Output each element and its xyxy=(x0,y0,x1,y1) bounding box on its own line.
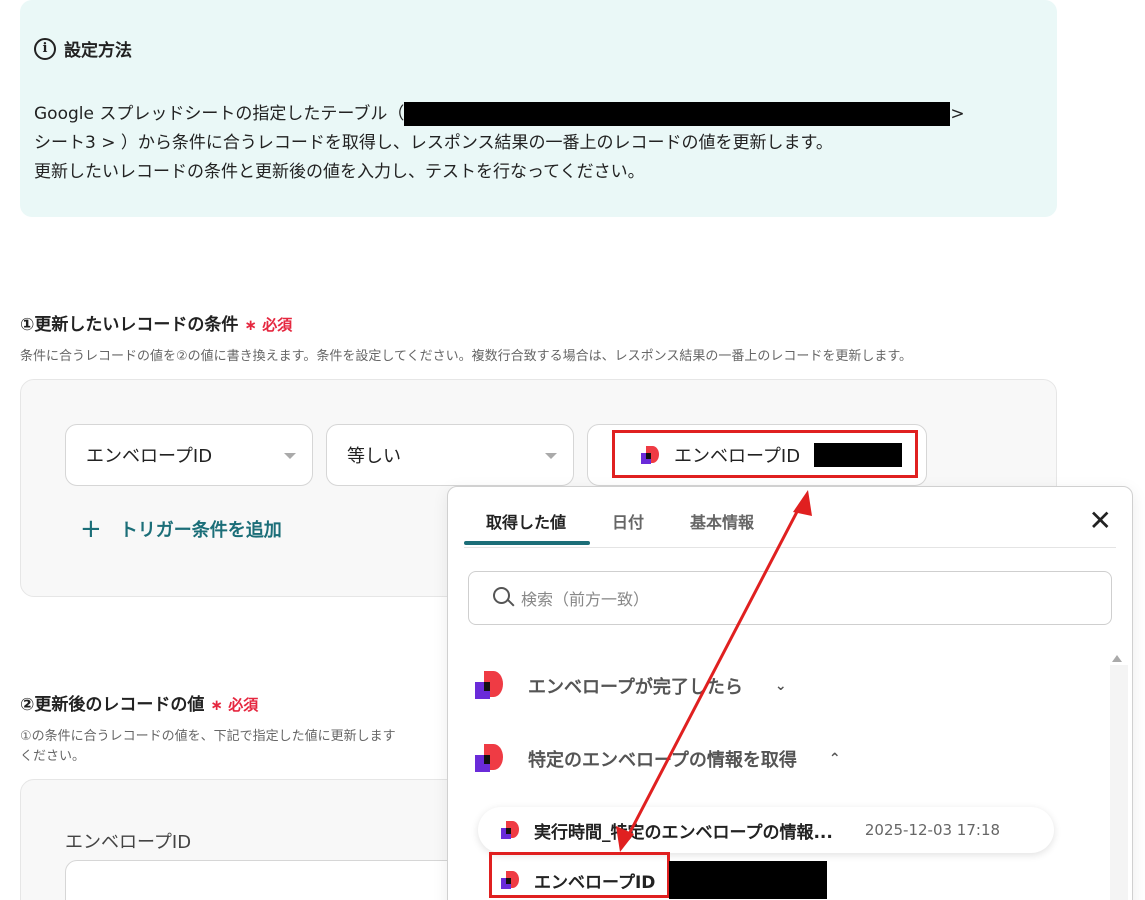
arrow-head-top xyxy=(793,490,812,516)
annotation-arrow xyxy=(616,490,812,852)
arrow-line xyxy=(625,505,802,839)
